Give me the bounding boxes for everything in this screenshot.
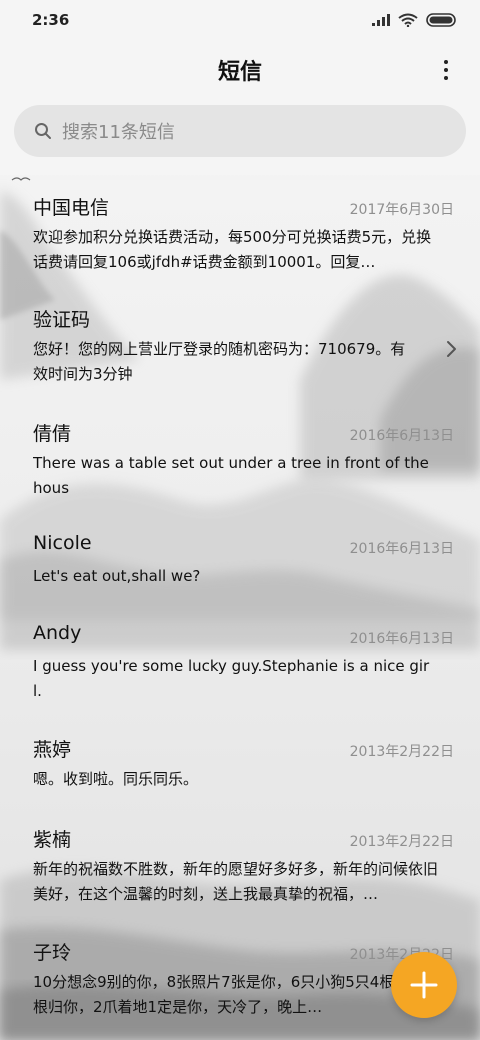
search-placeholder: 搜索11条短信 [62, 122, 175, 143]
plus-icon [410, 971, 438, 999]
search-icon [35, 123, 51, 139]
status-icons [372, 13, 458, 27]
message-preview: 10分想念9别的你，8张照片7张是你，6只小狗5只4根骨头3根归你，2爪着地1定… [33, 973, 434, 1016]
conversation-item[interactable]: 倩倩 2016年6月13日 There was a table set out … [0, 401, 480, 511]
more-vertical-icon[interactable] [440, 58, 452, 82]
wifi-icon [398, 13, 418, 27]
message-date: 2016年6月13日 [349, 428, 454, 444]
battery-icon [426, 13, 456, 27]
status-time: 2:36 [32, 11, 70, 29]
contact-name: Andy [33, 622, 82, 644]
message-preview: I guess you're some lucky guy.Stephanie … [33, 657, 430, 700]
search-input[interactable]: 搜索11条短信 [14, 105, 466, 157]
app-header: 短信 [0, 40, 480, 100]
chevron-right-icon[interactable] [446, 339, 458, 359]
contact-name: 子玲 [33, 942, 72, 964]
contact-name: Nicole [33, 532, 92, 554]
message-date: 2016年6月13日 [349, 631, 454, 647]
contact-name: 燕婷 [33, 739, 72, 761]
contact-name: 紫楠 [33, 829, 72, 851]
message-date: 2017年6月30日 [349, 202, 454, 218]
message-preview: There was a table set out under a tree i… [33, 454, 429, 497]
contact-name: 倩倩 [33, 423, 72, 445]
message-preview: 欢迎参加积分兑换话费活动，每500分可兑换话费5元，兑换话费请回复106或jfd… [33, 228, 432, 271]
contact-name: 中国电信 [33, 197, 110, 219]
conversation-item[interactable]: Andy 2016年6月13日 I guess you're some luck… [0, 604, 480, 714]
page-title: 短信 [217, 60, 262, 85]
signal-icon [372, 14, 390, 26]
conversation-item[interactable]: 验证码 您好！您的网上营业厅登录的随机密码为：710679。有效时间为3分钟 [0, 287, 480, 397]
conversation-item[interactable]: 紫楠 2013年2月22日 新年的祝福数不胜数，新年的愿望好多好多，新年的问候依… [0, 807, 480, 917]
conversation-item[interactable]: 中国电信 2017年6月30日 欢迎参加积分兑换话费活动，每500分可兑换话费5… [0, 175, 480, 285]
message-preview: 您好！您的网上营业厅登录的随机密码为：710679。有效时间为3分钟 [33, 340, 406, 383]
message-preview: Let's eat out,shall we? [33, 567, 201, 585]
compose-button[interactable] [391, 952, 457, 1018]
message-date: 2013年2月22日 [349, 834, 454, 850]
search-container: 搜索11条短信 [0, 100, 480, 175]
status-bar: 2:36 [0, 0, 480, 40]
message-date: 2016年6月13日 [349, 541, 454, 557]
message-preview: 嗯。收到啦。同乐同乐。 [33, 770, 199, 788]
message-date: 2013年2月22日 [349, 744, 454, 760]
contact-name: 验证码 [33, 309, 91, 331]
message-preview: 新年的祝福数不胜数，新年的愿望好多好多，新年的问候依旧美好，在这个温馨的时刻，送… [33, 860, 438, 903]
